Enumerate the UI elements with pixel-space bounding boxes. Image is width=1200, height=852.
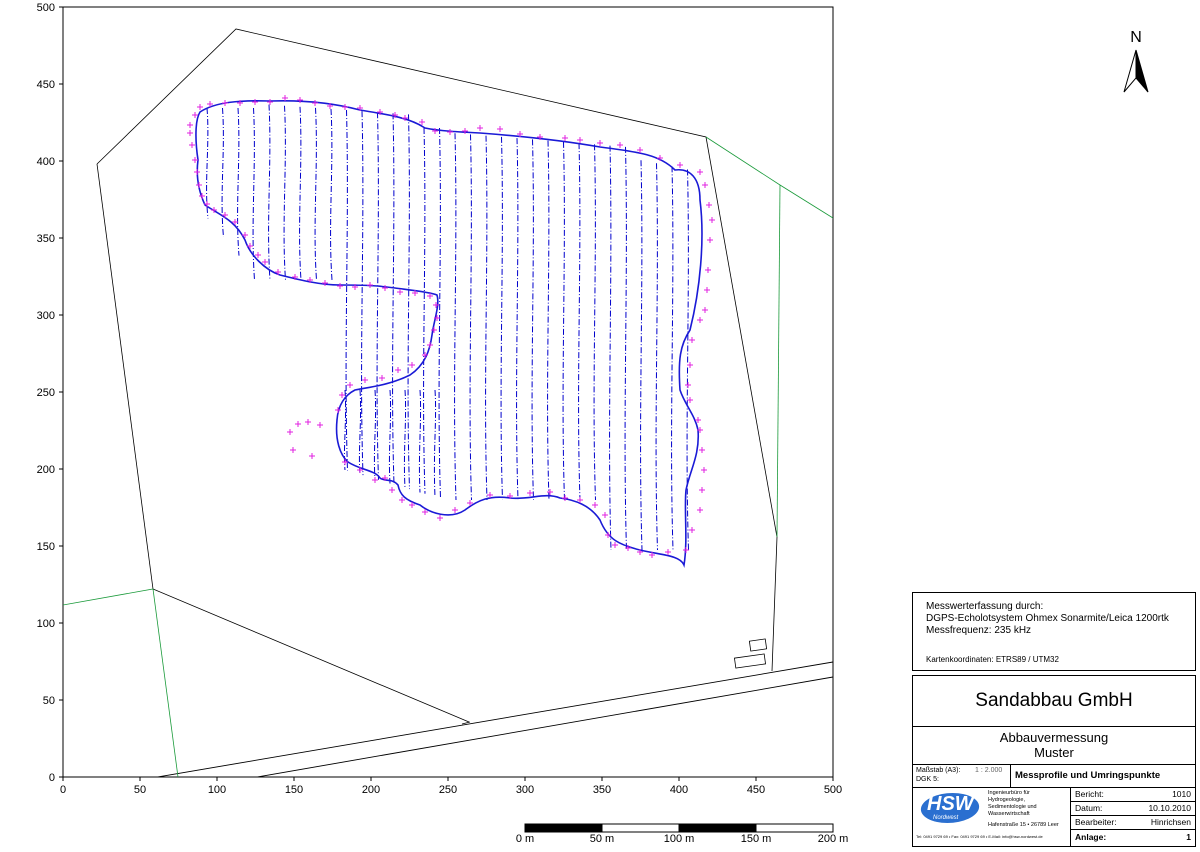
scale-label: 0 m — [516, 833, 534, 845]
meta-row: Bearbeiter: Hinrichsen — [1071, 815, 1195, 830]
y-tick-label: 200 — [37, 464, 55, 476]
x-tick-label: 500 — [824, 784, 842, 796]
y-tick-label: 400 — [37, 156, 55, 168]
firm-address: Hafenstraße 15 • 26789 Leer — [988, 822, 1059, 828]
project-cell: Abbauvermessung Muster — [913, 726, 1195, 765]
y-tick-label: 350 — [37, 233, 55, 245]
meta-cell: Bericht: 1010 Datum: 10.10.2010 Bearbeit… — [1071, 787, 1195, 846]
x-tick-label: 350 — [593, 784, 611, 796]
company-name: Sandabbau GmbH — [975, 690, 1133, 711]
project-line2: Muster — [1034, 745, 1074, 760]
x-tick-label: 450 — [747, 784, 765, 796]
firm-line2: Hydrogeologie, — [988, 797, 1025, 803]
bericht-value: 1010 — [1172, 789, 1191, 799]
y-tick-label: 450 — [37, 79, 55, 91]
drawing-title-cell: Messprofile und Umringspunkte — [1011, 765, 1195, 788]
title-block: Sandabbau GmbH Abbauvermessung Muster Ma… — [912, 675, 1196, 847]
anlage-label: Anlage: — [1075, 832, 1107, 842]
y-tick-label: 300 — [37, 310, 55, 322]
firm-line4: Wasserwirtschaft — [988, 811, 1030, 817]
scale-label: 50 m — [590, 833, 614, 845]
info-line1: DGPS-Echolotsystem Ohmex Sonarmite/Leica… — [926, 613, 1169, 624]
datum-label: Datum: — [1075, 803, 1103, 813]
info-title: Messwerterfassung durch: — [926, 601, 1044, 612]
dgk-caption: DGK 5: — [916, 776, 939, 783]
map-frame — [62, 6, 834, 778]
scale-label: 100 m — [664, 833, 695, 845]
x-tick-label: 250 — [439, 784, 457, 796]
y-tick-label: 50 — [43, 695, 55, 707]
scale-cell: Maßstab (A3): 1 : 2.000 DGK 5: — [913, 765, 1011, 788]
y-tick-label: 250 — [37, 387, 55, 399]
scale-label: 150 m — [741, 833, 772, 845]
y-tick-label: 0 — [49, 772, 55, 784]
x-tick-label: 200 — [362, 784, 380, 796]
datum-value: 10.10.2010 — [1148, 803, 1191, 813]
x-tick-label: 0 — [60, 784, 66, 796]
y-tick-label: 100 — [37, 618, 55, 630]
scale-bar — [524, 823, 834, 833]
firm-line1: Ingenieurbüro für — [988, 790, 1030, 796]
x-tick-label: 150 — [285, 784, 303, 796]
logo-text: HSW — [927, 793, 974, 815]
logo-subtext: Nordwest — [933, 815, 959, 821]
x-tick-label: 100 — [208, 784, 226, 796]
y-tick-label: 150 — [37, 541, 55, 553]
scale-value: 1 : 2.000 — [975, 767, 1003, 774]
bericht-label: Bericht: — [1075, 789, 1104, 799]
north-label: N — [1130, 29, 1142, 46]
x-tick-label: 50 — [134, 784, 146, 796]
meta-row: Bericht: 1010 — [1071, 787, 1195, 802]
bearbeiter-label: Bearbeiter: — [1075, 817, 1117, 827]
firm-line3: Sedimentologie und — [988, 804, 1037, 810]
bearbeiter-value: Hinrichsen — [1150, 817, 1191, 827]
north-arrow-icon — [1123, 49, 1149, 93]
firm-contact: Tel: 0491 9729 69 • Fax: 0491 9729 69 • … — [916, 834, 1043, 839]
meta-row: Anlage: 1 — [1071, 829, 1195, 845]
drawing-title: Messprofile und Umringspunkte — [1015, 770, 1161, 781]
scale-label: 200 m — [818, 833, 849, 845]
scale-caption: Maßstab (A3): — [916, 767, 961, 774]
info-coords: Kartenkoordinaten: ETRS89 / UTM32 — [926, 655, 1059, 664]
info-line2: Messfrequenz: 235 kHz — [926, 625, 1032, 636]
anlage-value: 1 — [1186, 832, 1191, 842]
acquisition-info-box: Messwerterfassung durch: DGPS-Echolotsys… — [912, 592, 1196, 671]
x-tick-label: 400 — [670, 784, 688, 796]
project-line1: Abbauvermessung — [999, 730, 1109, 745]
firm-cell: HSW Nordwest Ingenieurbüro für Hydrogeol… — [913, 787, 1071, 846]
meta-row: Datum: 10.10.2010 — [1071, 801, 1195, 816]
company-cell: Sandabbau GmbH — [913, 676, 1195, 727]
y-tick-label: 500 — [37, 2, 55, 14]
x-tick-label: 300 — [516, 784, 534, 796]
